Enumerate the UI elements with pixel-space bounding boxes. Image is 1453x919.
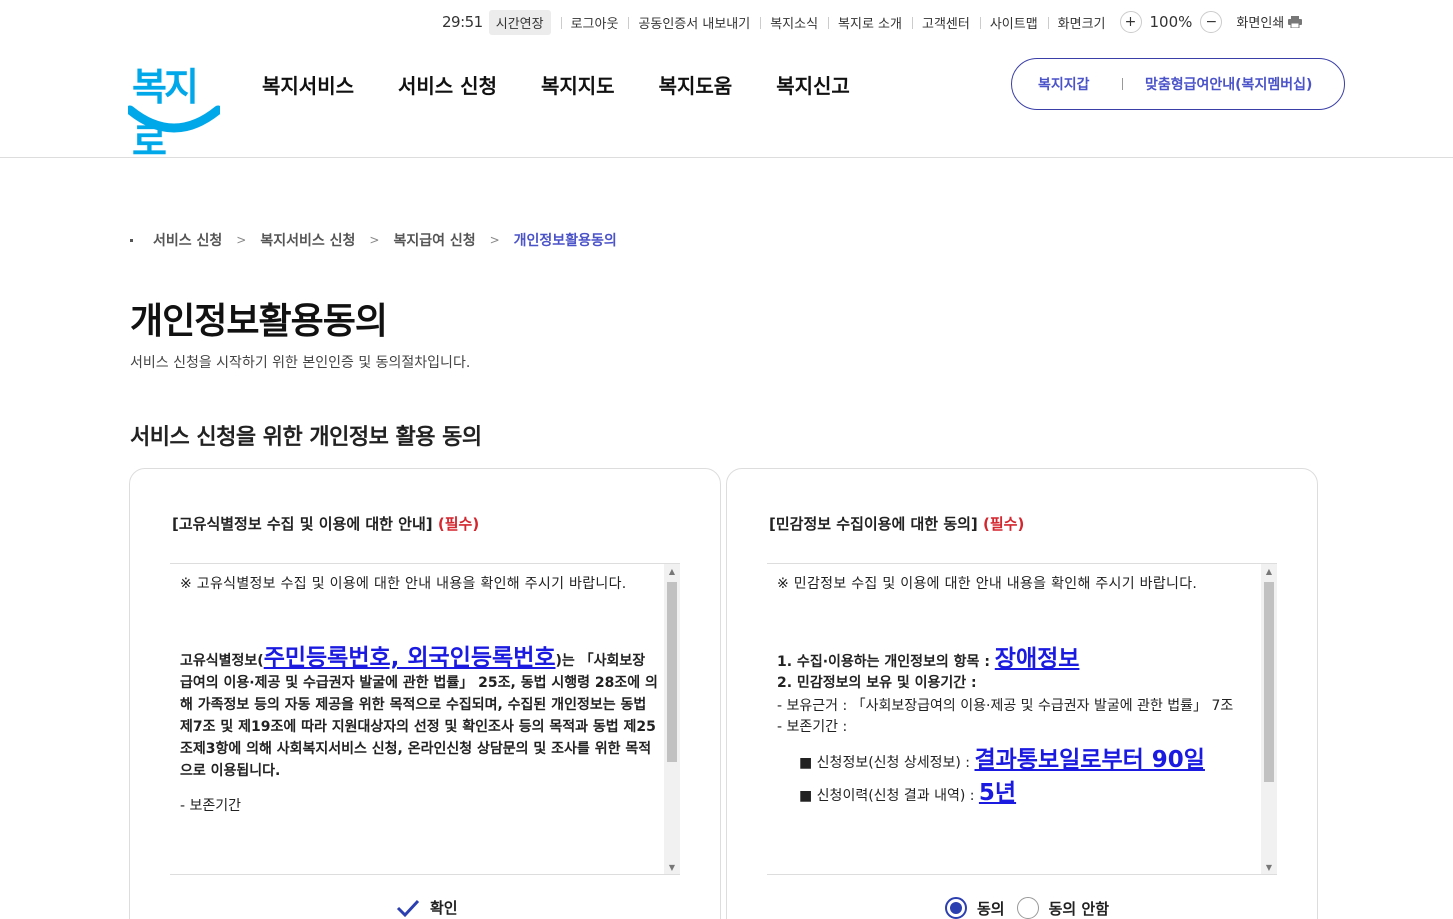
terms-text: ■ 신청정보(신청 상세정보) :	[799, 755, 971, 771]
consent-radio-group: 동의 동의 안함	[945, 897, 1109, 919]
zoom-out-button[interactable]: −	[1200, 11, 1223, 33]
pill-divider	[1122, 78, 1123, 90]
welfare-wallet-link[interactable]: 복지지갑	[1012, 74, 1122, 94]
logout-link[interactable]: 로그아웃	[560, 13, 629, 32]
highlight-text: 결과통보일로부터 90일	[974, 747, 1205, 773]
printer-icon	[1288, 15, 1303, 32]
zoom-in-button[interactable]: +	[1119, 11, 1142, 33]
scroll-down-icon[interactable]: ▼	[1261, 860, 1277, 874]
session-timer: 29:51	[442, 13, 483, 31]
disagree-radio[interactable]	[1016, 897, 1039, 919]
agree-radio[interactable]	[945, 897, 967, 919]
terms-line: - 보존기간 :	[777, 719, 848, 735]
customer-center-link[interactable]: 고객센터	[911, 13, 980, 32]
scroll-thumb[interactable]	[1264, 582, 1274, 782]
card-title-text: [고유식별정보 수집 및 이용에 대한 안내]	[172, 515, 433, 533]
terms-content: ※ 민감정보 수집 및 이용에 대한 안내 내용을 확인해 주시기 바랍니다. …	[777, 574, 1255, 807]
extend-time-button[interactable]: 시간연장	[488, 9, 551, 35]
logo-smile-icon	[128, 105, 220, 133]
home-bullet-icon	[130, 238, 133, 242]
breadcrumb: 서비스 신청 > 복지서비스 신청 > 복지급여 신청 > 개인정보활용동의	[130, 230, 617, 250]
highlight-text: 장애정보	[994, 646, 1080, 672]
terms-text: ■ 신청이력(신청 결과 내역) :	[799, 788, 975, 804]
zoom-level: 100%	[1149, 13, 1193, 31]
print-label: 화면인쇄	[1236, 16, 1285, 32]
terms-line: 1. 수집·이용하는 개인정보의 항목 : 장애정보	[777, 646, 1255, 673]
checkmark-icon	[396, 898, 422, 918]
terms-note: ※ 민감정보 수집 및 이용에 대한 안내 내용을 확인해 주시기 바랍니다.	[777, 576, 1198, 592]
card-title: [민감정보 수집이용에 대한 동의] (필수)	[769, 513, 1024, 534]
about-link[interactable]: 복지로 소개	[828, 13, 912, 32]
chevron-right-icon: >	[369, 233, 380, 247]
membership-link[interactable]: 맞춤형급여안내(복지멤버십)	[1137, 74, 1312, 94]
screen-size-label: 화면크기	[1047, 13, 1116, 32]
retention-label: - 보존기간	[180, 798, 242, 814]
terms-line: ■ 신청이력(신청 결과 내역) : 5년	[777, 780, 1255, 807]
confirm-label: 확인	[430, 899, 458, 917]
agree-label: 동의	[977, 899, 1005, 918]
terms-scroll-box[interactable]: ※ 민감정보 수집 및 이용에 대한 안내 내용을 확인해 주시기 바랍니다. …	[767, 563, 1277, 875]
chevron-right-icon: >	[489, 233, 500, 247]
terms-scroll-box[interactable]: ※ 고유식별정보 수집 및 이용에 대한 안내 내용을 확인해 주시기 바랍니다…	[170, 563, 680, 875]
breadcrumb-current: 개인정보활용동의	[513, 233, 617, 249]
utility-bar: 29:51 시간연장 로그아웃 공동인증서 내보내기 복지소식 복지로 소개 고…	[442, 9, 1303, 35]
terms-text: )는 「사회보장급여의 이용·제공 및 수급권자 발굴에 관한 법률」 25조,…	[180, 653, 658, 779]
sitemap-link[interactable]: 사이트맵	[979, 13, 1048, 32]
scrollbar[interactable]: ▲ ▼	[664, 564, 680, 874]
highlight-text: 주민등록번호, 외국인등록번호	[263, 645, 556, 671]
export-cert-link[interactable]: 공동인증서 내보내기	[628, 13, 760, 32]
page-title: 개인정보활용동의	[130, 301, 388, 342]
nav-welfare-help[interactable]: 복지도움	[659, 70, 733, 99]
terms-line: - 보유근거 : 「사회보장급여의 이용·제공 및 수급권자 발굴에 관한 법률…	[777, 698, 1234, 714]
sensitive-info-consent-card: [민감정보 수집이용에 대한 동의] (필수) ※ 민감정보 수집 및 이용에 …	[726, 468, 1318, 919]
chevron-right-icon: >	[236, 233, 247, 247]
scroll-up-icon[interactable]: ▲	[1261, 564, 1277, 580]
card-title: [고유식별정보 수집 및 이용에 대한 안내] (필수)	[172, 513, 479, 534]
terms-line: ■ 신청정보(신청 상세정보) : 결과통보일로부터 90일	[777, 744, 1255, 779]
required-badge: (필수)	[437, 515, 480, 533]
nav-welfare-service[interactable]: 복지서비스	[262, 70, 354, 99]
site-logo[interactable]: 복지로	[128, 54, 220, 164]
unique-id-consent-card: [고유식별정보 수집 및 이용에 대한 안내] (필수) ※ 고유식별정보 수집…	[129, 468, 721, 919]
nav-welfare-map[interactable]: 복지지도	[541, 70, 615, 99]
nav-welfare-report[interactable]: 복지신고	[776, 70, 850, 99]
scrollbar[interactable]: ▲ ▼	[1261, 564, 1277, 874]
page-description: 서비스 신청을 시작하기 위한 본인인증 및 동의절차입니다.	[130, 355, 471, 371]
breadcrumb-item[interactable]: 복지서비스 신청	[260, 230, 355, 250]
card-title-text: [민감정보 수집이용에 대한 동의]	[769, 515, 978, 533]
terms-text: 고유식별정보(	[180, 653, 264, 669]
confirm-checkbox[interactable]: 확인	[396, 897, 458, 918]
scroll-thumb[interactable]	[667, 582, 677, 762]
required-badge: (필수)	[983, 515, 1025, 533]
breadcrumb-item[interactable]: 복지급여 신청	[393, 230, 475, 250]
scroll-up-icon[interactable]: ▲	[664, 564, 680, 580]
quick-links-pill: 복지지갑 맞춤형급여안내(복지멤버십)	[1011, 58, 1345, 110]
disagree-label: 동의 안함	[1048, 899, 1110, 918]
main-nav: 복지서비스 서비스 신청 복지지도 복지도움 복지신고	[262, 70, 894, 99]
terms-content: ※ 고유식별정보 수집 및 이용에 대한 안내 내용을 확인해 주시기 바랍니다…	[180, 574, 658, 817]
terms-paragraph: 고유식별정보(주민등록번호, 외국인등록번호)는 「사회보장급여의 이용·제공 …	[180, 647, 658, 782]
page-root: 29:51 시간연장 로그아웃 공동인증서 내보내기 복지소식 복지로 소개 고…	[0, 0, 1453, 919]
nav-service-apply[interactable]: 서비스 신청	[398, 70, 497, 99]
section-title: 서비스 신청을 위한 개인정보 활용 동의	[130, 425, 482, 450]
header-divider	[0, 157, 1453, 158]
terms-note: ※ 고유식별정보 수집 및 이용에 대한 안내 내용을 확인해 주시기 바랍니다…	[180, 576, 627, 592]
terms-text: 1. 수집·이용하는 개인정보의 항목 :	[777, 654, 990, 670]
terms-line: 2. 민감정보의 보유 및 이용기간 :	[777, 675, 977, 691]
highlight-text: 5년	[978, 780, 1017, 806]
welfare-news-link[interactable]: 복지소식	[760, 13, 828, 32]
scroll-down-icon[interactable]: ▼	[664, 860, 680, 874]
breadcrumb-item[interactable]: 서비스 신청	[153, 230, 222, 250]
print-button[interactable]: 화면인쇄	[1236, 12, 1303, 32]
